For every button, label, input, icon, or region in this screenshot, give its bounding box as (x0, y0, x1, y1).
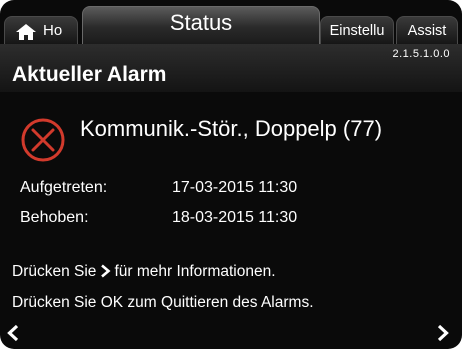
home-icon (16, 24, 36, 40)
chevron-left-icon[interactable] (6, 324, 20, 342)
occurred-label: Aufgetreten: (20, 179, 108, 196)
chevron-right-icon (101, 264, 111, 278)
pump-display-screen: Ho Status Einstellu Assist 2.1.5.1.0.0 A… (0, 0, 462, 349)
tab-settings[interactable]: Einstellu (320, 16, 394, 44)
tab-assist[interactable]: Assist (396, 16, 458, 44)
occurred-row: Aufgetreten: 17-03-2015 11:30 (20, 179, 440, 201)
hint-more-info-before: Drücken Sie (12, 263, 97, 280)
occurred-value: 17-03-2015 11:30 (172, 179, 298, 196)
page-title: Aktueller Alarm (12, 63, 167, 86)
tab-status-label: Status (169, 10, 233, 35)
tab-settings-label: Einstellu (329, 23, 385, 39)
tab-bar: Ho Status Einstellu Assist (0, 0, 462, 44)
tab-assist-label: Assist (407, 23, 447, 39)
hint-more-info: Drücken Sie für mehr Informationen. (12, 263, 276, 281)
cleared-value: 18-03-2015 11:30 (172, 209, 298, 226)
hint-more-info-after: für mehr Informationen. (114, 263, 276, 280)
hint-acknowledge: Drücken Sie OK zum Quittieren des Alarms… (12, 294, 314, 311)
alarm-description: Kommunik.-Stör., Doppelp (77) (80, 116, 383, 141)
chevron-right-icon[interactable] (436, 324, 450, 342)
cleared-label: Behoben: (20, 209, 89, 226)
tab-home[interactable]: Ho (4, 16, 78, 44)
cleared-row: Behoben: 18-03-2015 11:30 (20, 209, 440, 231)
tab-home-label: Ho (43, 22, 63, 39)
menu-number: 2.1.5.1.0.0 (392, 48, 450, 60)
tab-status[interactable]: Status (82, 6, 320, 44)
alarm-x-icon (21, 118, 65, 162)
